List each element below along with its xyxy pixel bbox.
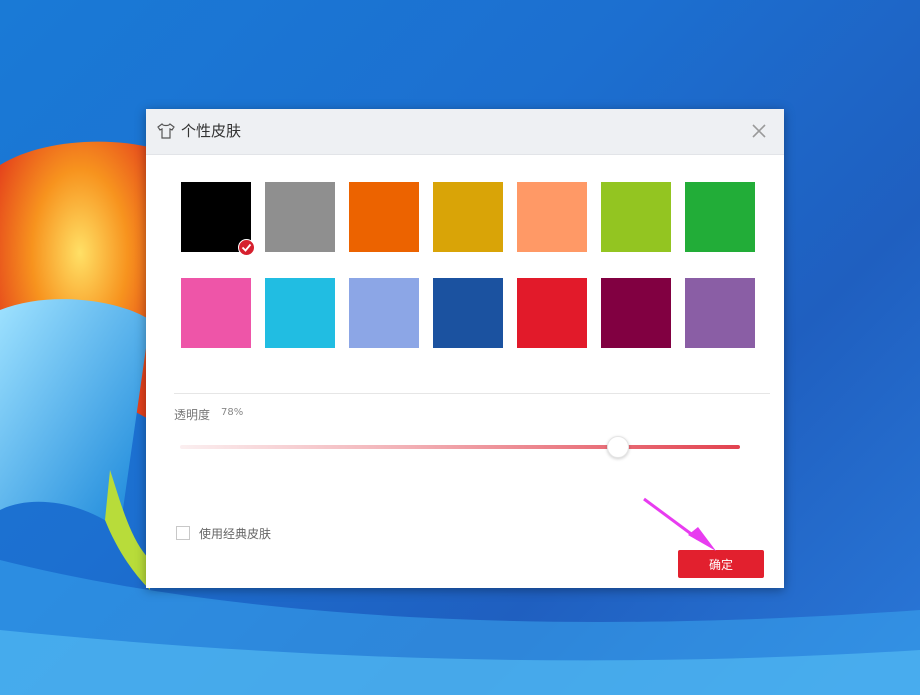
classic-skin-label: 使用经典皮肤 [199, 526, 272, 541]
opacity-slider-track[interactable] [180, 445, 740, 449]
color-swatch-grid [181, 182, 757, 348]
color-swatch[interactable] [433, 278, 503, 348]
color-swatch[interactable] [601, 182, 671, 252]
opacity-slider-thumb[interactable] [606, 436, 629, 458]
classic-skin-checkbox[interactable] [176, 526, 190, 540]
color-swatch[interactable] [349, 278, 419, 348]
color-swatch[interactable] [265, 278, 335, 348]
opacity-label: 透明度 [174, 408, 211, 422]
color-swatch[interactable] [181, 182, 255, 256]
color-swatch[interactable] [685, 278, 755, 348]
dialog-titlebar: 个性皮肤 [146, 109, 784, 155]
color-swatch[interactable] [433, 182, 503, 252]
color-swatch[interactable] [517, 278, 587, 348]
selected-check-icon [238, 239, 255, 256]
color-swatch[interactable] [181, 278, 251, 348]
color-swatch[interactable] [265, 182, 335, 252]
color-swatch[interactable] [517, 182, 587, 252]
opacity-value: 78% [221, 407, 244, 418]
divider [174, 393, 770, 394]
dialog-title: 个性皮肤 [181, 122, 242, 140]
pointer-arrow-annotation [643, 497, 716, 551]
color-swatch[interactable] [685, 182, 755, 252]
classic-skin-option[interactable]: 使用经典皮肤 [176, 525, 271, 541]
color-swatch[interactable] [601, 278, 671, 348]
color-swatch[interactable] [349, 182, 419, 252]
close-icon[interactable] [750, 122, 768, 140]
tshirt-icon [157, 123, 175, 139]
